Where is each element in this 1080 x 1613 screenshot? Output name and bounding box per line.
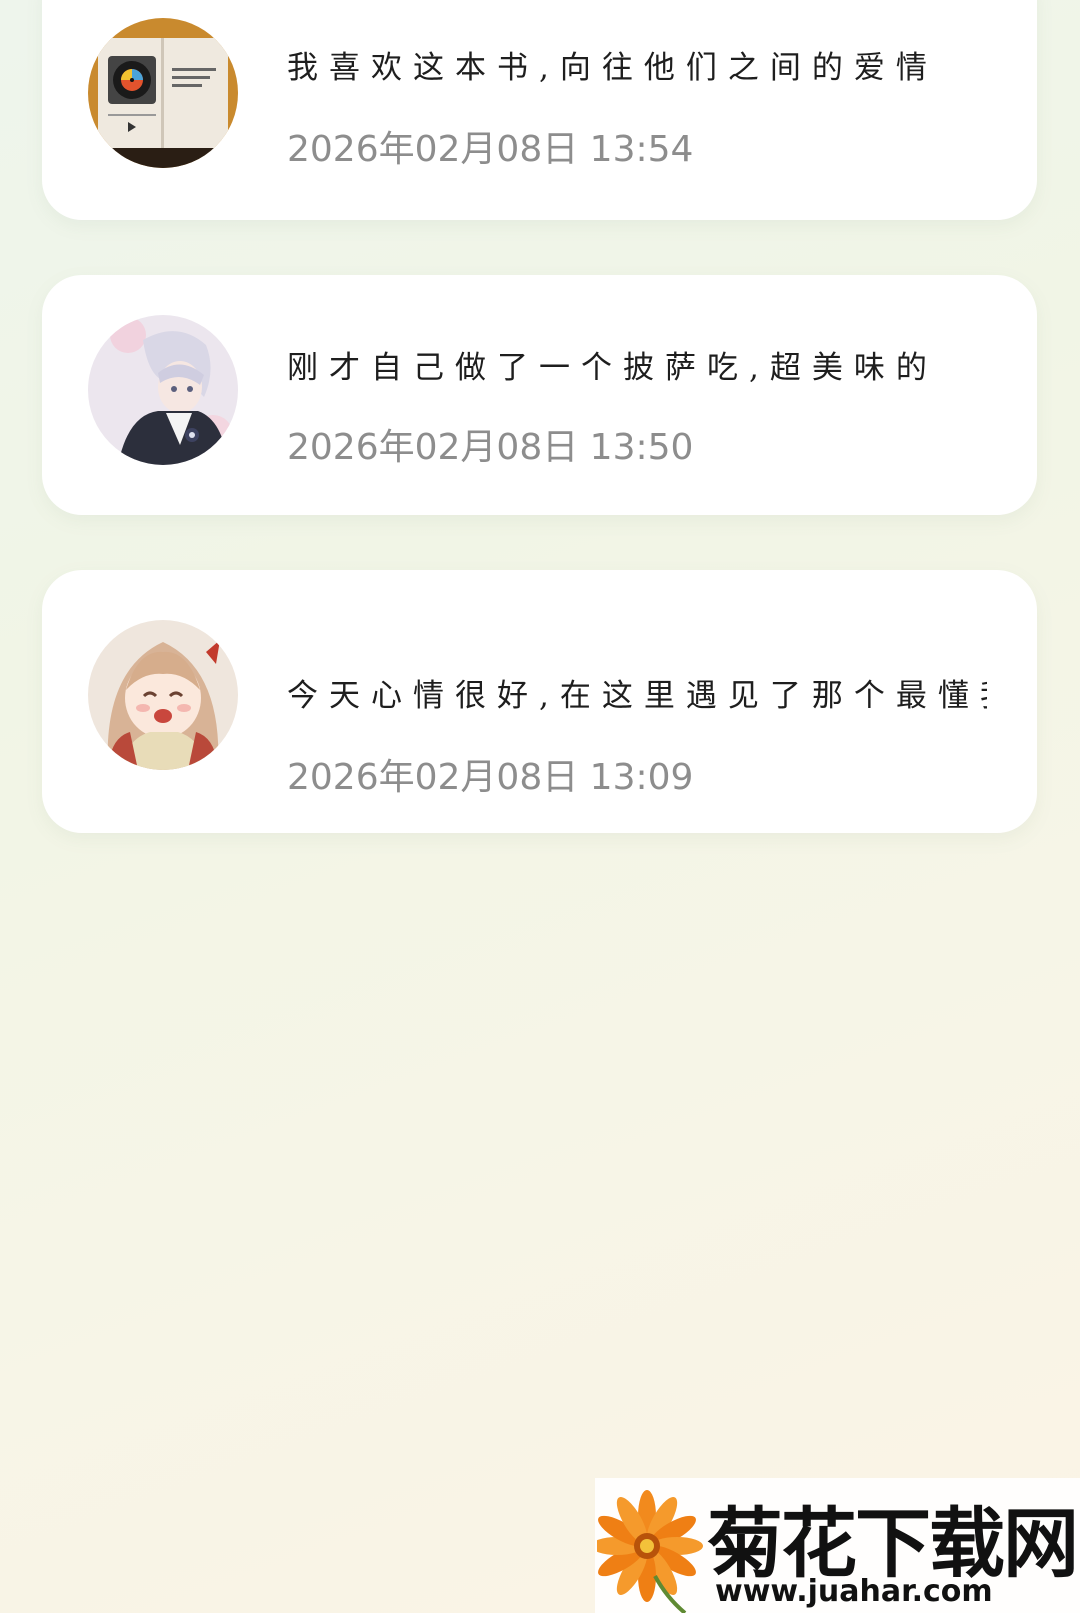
flower-icon (597, 1488, 709, 1613)
list-item[interactable]: 今天心情很好,在这里遇见了那个最懂我… 2026年02月08日 13:09 (42, 570, 1037, 833)
list-item[interactable]: 我喜欢这本书,向往他们之间的爱情 2026年02月08日 13:54 (42, 0, 1037, 220)
message-text: 今天心情很好,在这里遇见了那个最懂我… (287, 678, 987, 714)
message-text: 我喜欢这本书,向往他们之间的爱情 (287, 50, 938, 86)
anime-girl-avatar-icon[interactable] (88, 620, 238, 770)
list-item[interactable]: 刚才自己做了一个披萨吃,超美味的 2026年02月08日 13:50 (42, 275, 1037, 515)
message-timestamp: 2026年02月08日 13:09 (287, 757, 694, 798)
book-vinyl-avatar-icon[interactable] (88, 18, 238, 168)
watermark-logo: 菊花下载网 www.juahar.com (595, 1478, 1080, 1613)
message-timestamp: 2026年02月08日 13:50 (287, 427, 694, 468)
anime-boy-avatar-icon[interactable] (88, 315, 238, 465)
message-text: 刚才自己做了一个披萨吃,超美味的 (287, 350, 938, 386)
message-timestamp: 2026年02月08日 13:54 (287, 129, 694, 170)
watermark-url: www.juahar.com (715, 1574, 993, 1609)
